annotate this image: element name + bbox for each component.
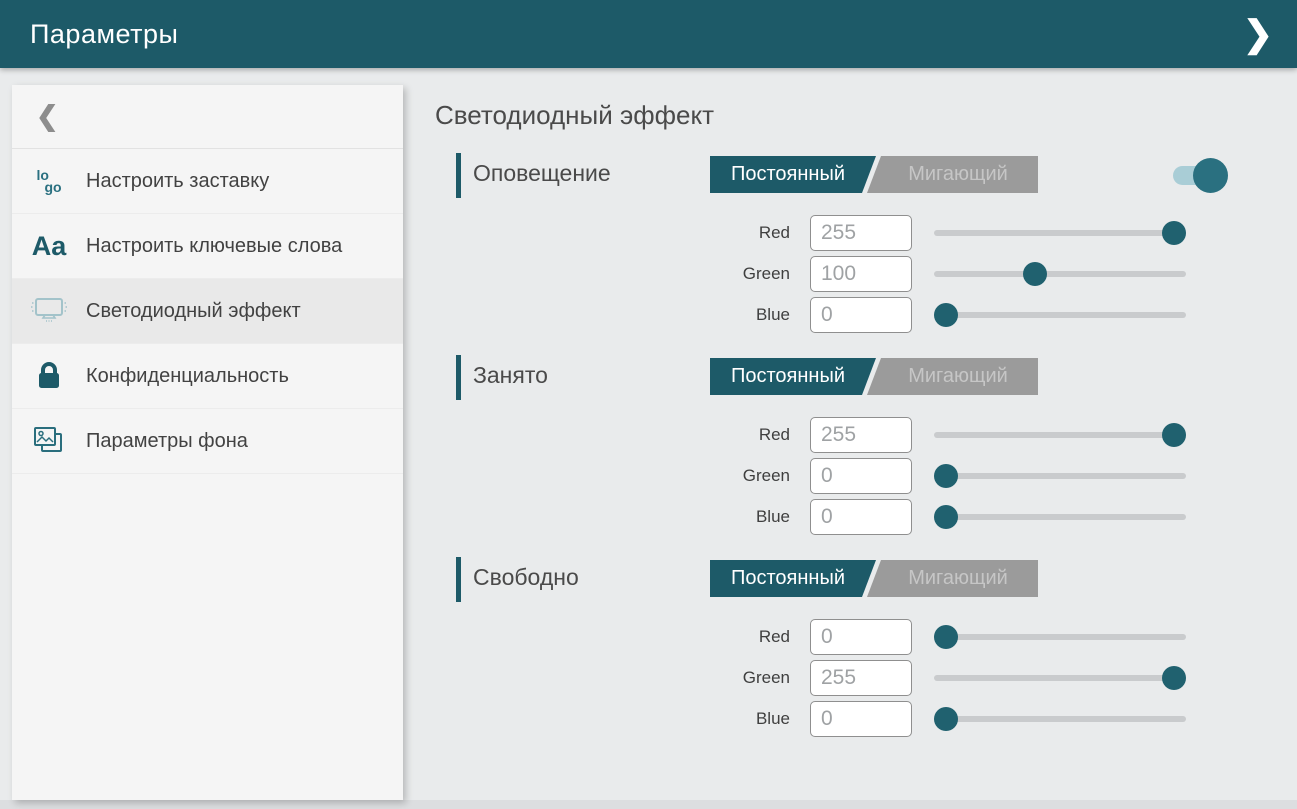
section-label: Занято (473, 362, 548, 389)
mode-segmented-control: Постоянный Мигающий (710, 358, 1038, 395)
sidebar-item-label: Светодиодный эффект (86, 298, 307, 325)
chevron-right-icon[interactable]: ❯ (1235, 8, 1281, 60)
rgb-controls: Red Green Blue (456, 417, 1231, 535)
red-slider[interactable] (934, 230, 1186, 236)
lock-icon (12, 361, 86, 391)
channel-label: Green (710, 466, 790, 486)
led-section-busy: Занято Постоянный Мигающий Red Green (456, 355, 1231, 540)
sidebar-item-screensaver[interactable]: logo Настроить заставку (12, 149, 403, 214)
sidebar-item-label: Параметры фона (86, 428, 254, 455)
accent-bar (456, 557, 461, 602)
text-aa-icon: Aa (12, 233, 86, 260)
rgb-row-blue: Blue (456, 297, 1231, 333)
slider-knob[interactable] (1162, 666, 1186, 690)
logo-icon: logo (12, 169, 86, 193)
channel-label: Blue (710, 507, 790, 527)
led-section-free: Свободно Постоянный Мигающий Red Green (456, 557, 1231, 742)
blue-value-input[interactable] (810, 297, 912, 333)
page-title: Параметры (30, 19, 178, 50)
rgb-row-blue: Blue (456, 701, 1231, 737)
green-slider[interactable] (934, 271, 1186, 277)
sidebar-item-label: Конфиденциальность (86, 363, 295, 390)
red-value-input[interactable] (810, 619, 912, 655)
red-slider[interactable] (934, 634, 1186, 640)
led-section-alert: Оповещение Постоянный Мигающий Red Green (456, 153, 1231, 338)
slider-knob[interactable] (1023, 262, 1047, 286)
slider-knob[interactable] (934, 303, 958, 327)
channel-label: Red (710, 627, 790, 647)
channel-label: Red (710, 425, 790, 445)
rgb-row-blue: Blue (456, 499, 1231, 535)
channel-label: Green (710, 668, 790, 688)
green-slider[interactable] (934, 675, 1186, 681)
rgb-controls: Red Green Blue (456, 215, 1231, 333)
section-header: Занято Постоянный Мигающий (456, 355, 1231, 400)
channel-label: Blue (710, 709, 790, 729)
sidebar-item-label: Настроить ключевые слова (86, 233, 348, 260)
mode-option-flashing[interactable]: Мигающий (862, 358, 1038, 395)
sidebar-item-background[interactable]: Параметры фона (12, 409, 403, 474)
sidebar-item-keywords[interactable]: Aa Настроить ключевые слова (12, 214, 403, 279)
mode-option-flashing[interactable]: Мигающий (862, 156, 1038, 193)
green-value-input[interactable] (810, 458, 912, 494)
red-value-input[interactable] (810, 215, 912, 251)
section-page-title: Светодиодный эффект (435, 100, 714, 131)
red-slider[interactable] (934, 432, 1186, 438)
chevron-left-icon: ❮ (36, 101, 59, 132)
top-app-bar: Параметры ❯ (0, 0, 1297, 68)
accent-bar (456, 153, 461, 198)
mode-option-constant[interactable]: Постоянный (710, 358, 876, 395)
settings-sidebar: ❮ logo Настроить заставку Aa Настроить к… (12, 85, 403, 800)
display-icon (12, 295, 86, 327)
blue-value-input[interactable] (810, 701, 912, 737)
sidebar-back-button[interactable]: ❮ (12, 85, 403, 149)
mode-option-flashing[interactable]: Мигающий (862, 560, 1038, 597)
mode-option-constant[interactable]: Постоянный (710, 156, 876, 193)
green-value-input[interactable] (810, 256, 912, 292)
sidebar-item-led-effect[interactable]: Светодиодный эффект (12, 279, 403, 344)
slider-knob[interactable] (934, 464, 958, 488)
green-slider[interactable] (934, 473, 1186, 479)
red-value-input[interactable] (810, 417, 912, 453)
section-header: Свободно Постоянный Мигающий (456, 557, 1231, 602)
accent-bar (456, 355, 461, 400)
slider-knob[interactable] (934, 707, 958, 731)
slider-knob[interactable] (934, 625, 958, 649)
toggle-knob[interactable] (1193, 158, 1228, 193)
section-label: Оповещение (473, 160, 611, 187)
sidebar-item-label: Настроить заставку (86, 168, 275, 195)
blue-slider[interactable] (934, 312, 1186, 318)
channel-label: Red (710, 223, 790, 243)
rgb-row-red: Red (456, 417, 1231, 453)
blue-slider[interactable] (934, 514, 1186, 520)
channel-label: Green (710, 264, 790, 284)
rgb-row-red: Red (456, 619, 1231, 655)
slider-knob[interactable] (1162, 423, 1186, 447)
rgb-row-green: Green (456, 660, 1231, 696)
rgb-row-green: Green (456, 458, 1231, 494)
sidebar-item-privacy[interactable]: Конфиденциальность (12, 344, 403, 409)
section-label: Свободно (473, 564, 579, 591)
mode-option-constant[interactable]: Постоянный (710, 560, 876, 597)
rgb-controls: Red Green Blue (456, 619, 1231, 737)
settings-screen: Параметры ❯ ❮ logo Настроить заставку Aa… (0, 0, 1297, 809)
section-header: Оповещение Постоянный Мигающий (456, 153, 1231, 198)
bottom-edge (0, 800, 1297, 809)
green-value-input[interactable] (810, 660, 912, 696)
rgb-row-red: Red (456, 215, 1231, 251)
slider-knob[interactable] (934, 505, 958, 529)
blue-value-input[interactable] (810, 499, 912, 535)
background-image-icon (12, 424, 86, 458)
alert-enabled-toggle[interactable] (1173, 166, 1219, 185)
mode-segmented-control: Постоянный Мигающий (710, 560, 1038, 597)
rgb-row-green: Green (456, 256, 1231, 292)
slider-knob[interactable] (1162, 221, 1186, 245)
blue-slider[interactable] (934, 716, 1186, 722)
channel-label: Blue (710, 305, 790, 325)
mode-segmented-control: Постоянный Мигающий (710, 156, 1038, 193)
